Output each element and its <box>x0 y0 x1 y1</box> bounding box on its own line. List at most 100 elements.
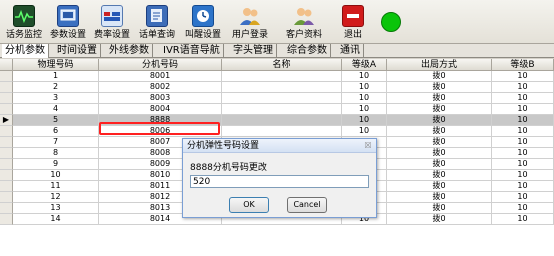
monitor-button[interactable]: 话务监控 <box>4 1 44 43</box>
outbound-method-cell[interactable]: 拨0 <box>387 137 492 148</box>
physical-number-cell[interactable]: 3 <box>13 93 99 104</box>
row-indicator[interactable] <box>0 192 13 203</box>
table-row[interactable]: 6 8006 10 拨0 10 <box>0 126 554 137</box>
row-indicator[interactable] <box>0 181 13 192</box>
tab-trunk-params[interactable]: 外线参数 <box>106 44 153 58</box>
exit-button[interactable]: 退出 <box>338 1 368 43</box>
row-indicator[interactable] <box>0 214 13 225</box>
level-a-cell[interactable]: 10 <box>342 115 387 126</box>
column-header-name[interactable]: 名称 <box>222 59 342 71</box>
physical-number-cell[interactable]: 14 <box>13 214 99 225</box>
tab-ivr-navigation[interactable]: IVR语音导航 <box>160 44 224 58</box>
level-a-cell[interactable]: 10 <box>342 71 387 82</box>
physical-number-cell[interactable]: 1 <box>13 71 99 82</box>
outbound-method-cell[interactable]: 拨0 <box>387 192 492 203</box>
tab-time-settings[interactable]: 时间设置 <box>54 44 101 58</box>
ok-button[interactable]: OK <box>229 197 269 213</box>
level-b-cell[interactable]: 10 <box>492 148 554 159</box>
outbound-method-cell[interactable]: 拨0 <box>387 104 492 115</box>
level-b-cell[interactable]: 10 <box>492 203 554 214</box>
row-indicator[interactable] <box>0 104 13 115</box>
column-header-level-a[interactable]: 等级A <box>342 59 387 71</box>
extension-number-cell[interactable]: 8003 <box>99 93 222 104</box>
level-b-cell[interactable]: 10 <box>492 137 554 148</box>
extension-number-cell[interactable]: 8002 <box>99 82 222 93</box>
row-indicator[interactable] <box>0 148 13 159</box>
row-indicator[interactable] <box>0 93 13 104</box>
outbound-method-cell[interactable]: 拨0 <box>387 203 492 214</box>
level-b-cell[interactable]: 10 <box>492 126 554 137</box>
settings-button[interactable]: 参数设置 <box>48 1 88 43</box>
level-a-cell[interactable]: 10 <box>342 104 387 115</box>
outbound-method-cell[interactable]: 拨0 <box>387 93 492 104</box>
new-number-input[interactable] <box>190 175 369 188</box>
table-row[interactable]: 4 8004 10 拨0 10 <box>0 104 554 115</box>
row-indicator[interactable] <box>0 137 13 148</box>
table-row[interactable]: 3 8003 10 拨0 10 <box>0 93 554 104</box>
physical-number-cell[interactable]: 10 <box>13 170 99 181</box>
name-cell[interactable] <box>222 93 342 104</box>
level-b-cell[interactable]: 10 <box>492 115 554 126</box>
row-indicator[interactable] <box>0 82 13 93</box>
physical-number-cell[interactable]: 9 <box>13 159 99 170</box>
rate-button[interactable]: 费率设置 <box>92 1 132 43</box>
user-login-button[interactable]: 用户登录 <box>229 1 271 43</box>
row-indicator[interactable] <box>0 126 13 137</box>
outbound-method-cell[interactable]: 拨0 <box>387 82 492 93</box>
tab-communication[interactable]: 通讯 <box>337 44 364 58</box>
physical-number-cell[interactable]: 6 <box>13 126 99 137</box>
physical-number-cell[interactable]: 7 <box>13 137 99 148</box>
row-indicator[interactable] <box>0 170 13 181</box>
extension-number-cell[interactable]: 8001 <box>99 71 222 82</box>
row-indicator[interactable] <box>0 71 13 82</box>
physical-number-cell[interactable]: 12 <box>13 192 99 203</box>
tab-prefix-management[interactable]: 字头管理 <box>230 44 277 58</box>
tab-general-params[interactable]: 综合参数 <box>284 44 331 58</box>
level-b-cell[interactable]: 10 <box>492 170 554 181</box>
alarm-button[interactable]: 叫醒设置 <box>181 1 225 43</box>
level-b-cell[interactable]: 10 <box>492 192 554 203</box>
level-b-cell[interactable]: 10 <box>492 93 554 104</box>
outbound-method-cell[interactable]: 拨0 <box>387 115 492 126</box>
level-b-cell[interactable]: 10 <box>492 82 554 93</box>
name-cell[interactable] <box>222 82 342 93</box>
level-b-cell[interactable]: 10 <box>492 159 554 170</box>
query-button[interactable]: 话单查询 <box>137 1 177 43</box>
level-b-cell[interactable]: 10 <box>492 71 554 82</box>
name-cell[interactable] <box>222 71 342 82</box>
level-b-cell[interactable]: 10 <box>492 181 554 192</box>
column-header-outbound-method[interactable]: 出局方式 <box>387 59 492 71</box>
physical-number-cell[interactable]: 2 <box>13 82 99 93</box>
physical-number-cell[interactable]: 8 <box>13 148 99 159</box>
row-indicator[interactable]: ▶ <box>0 115 13 126</box>
outbound-method-cell[interactable]: 拨0 <box>387 71 492 82</box>
table-row[interactable]: 2 8002 10 拨0 10 <box>0 82 554 93</box>
name-cell[interactable] <box>222 115 342 126</box>
outbound-method-cell[interactable]: 拨0 <box>387 148 492 159</box>
level-a-cell[interactable]: 10 <box>342 93 387 104</box>
physical-number-cell[interactable]: 11 <box>13 181 99 192</box>
physical-number-cell[interactable]: 4 <box>13 104 99 115</box>
level-a-cell[interactable]: 10 <box>342 126 387 137</box>
level-b-cell[interactable]: 10 <box>492 104 554 115</box>
level-a-cell[interactable]: 10 <box>342 82 387 93</box>
name-cell[interactable] <box>222 126 342 137</box>
outbound-method-cell[interactable]: 拨0 <box>387 159 492 170</box>
table-row[interactable]: 1 8001 10 拨0 10 <box>0 71 554 82</box>
column-header-level-b[interactable]: 等级B <box>492 59 554 71</box>
table-row[interactable]: ▶ 5 8888 10 拨0 10 <box>0 115 554 126</box>
extension-number-cell[interactable]: 8004 <box>99 104 222 115</box>
physical-number-cell[interactable]: 13 <box>13 203 99 214</box>
outbound-method-cell[interactable]: 拨0 <box>387 214 492 225</box>
cancel-button[interactable]: Cancel <box>287 197 327 213</box>
row-indicator[interactable] <box>0 203 13 214</box>
outbound-method-cell[interactable]: 拨0 <box>387 181 492 192</box>
outbound-method-cell[interactable]: 拨0 <box>387 170 492 181</box>
outbound-method-cell[interactable]: 拨0 <box>387 126 492 137</box>
row-indicator[interactable] <box>0 159 13 170</box>
level-b-cell[interactable]: 10 <box>492 214 554 225</box>
column-header-extension-number[interactable]: 分机号码 <box>99 59 222 71</box>
client-info-button[interactable]: 客户资料 <box>283 1 325 43</box>
close-icon[interactable]: ☒ <box>363 141 373 151</box>
column-header-physical-number[interactable]: 物理号码 <box>13 59 99 71</box>
